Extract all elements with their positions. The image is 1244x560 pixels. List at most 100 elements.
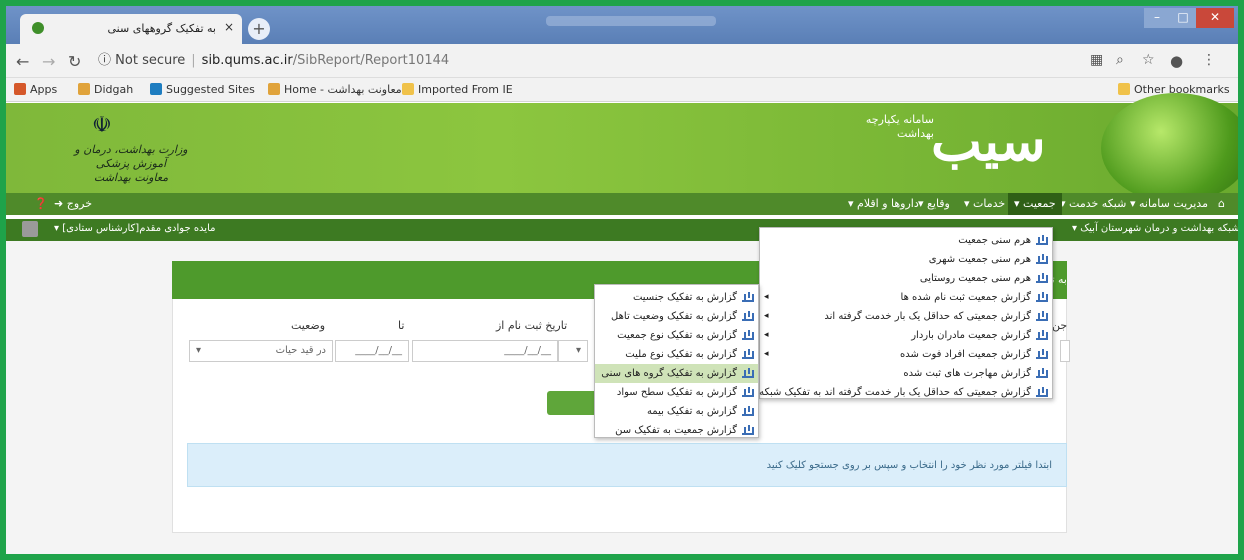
chart-icon <box>1036 291 1048 302</box>
label-cut: جن <box>1052 319 1068 332</box>
main-menu-bar: ⌂ مدیریت سامانه ▾ شبکه خدمت ▾ جمعیت ▾ خد… <box>6 193 1238 215</box>
facility-selector[interactable]: ▮ شبکه بهداشت و درمان شهرستان آبیک ▾ <box>1072 223 1238 234</box>
report-submenu: گزارش به تفکیک جنسیت گزارش به تفکیک وضعی… <box>594 284 759 438</box>
menu-item[interactable]: هرم سنی جمعیت <box>760 231 1052 250</box>
submenu-item[interactable]: گزارش به تفکیک بیمه <box>595 402 758 421</box>
submenu-item[interactable]: گزارش به تفکیک جنسیت <box>595 288 758 307</box>
chart-icon <box>742 329 754 340</box>
bookmark-imported[interactable]: Imported From IE <box>402 83 513 96</box>
apple-image <box>1101 93 1238 203</box>
chart-icon <box>1036 329 1048 340</box>
menu-item[interactable]: هرم سنی جمعیت شهری <box>760 250 1052 269</box>
info-icon[interactable]: ⓘ <box>98 53 111 68</box>
bookmark-suggested[interactable]: Suggested Sites <box>150 83 255 96</box>
help-icon[interactable]: ❓ <box>34 197 48 210</box>
forward-icon[interactable]: → <box>42 52 55 71</box>
to-date-input[interactable]: __/__/____ <box>335 340 409 362</box>
submenu-item[interactable]: گزارش به تفکیک سطح سواد <box>595 383 758 402</box>
ministry-logo-text: وزارت بهداشت، درمان و آموزش پزشکی معاونت… <box>74 143 188 184</box>
chart-icon <box>1036 253 1048 264</box>
status-select[interactable]: در قید حیات ▾ <box>189 340 333 362</box>
apps-icon <box>14 83 26 95</box>
chart-icon <box>742 386 754 397</box>
from-date-input[interactable]: __/__/____ <box>412 340 558 362</box>
cut-field[interactable] <box>1060 340 1070 362</box>
apple-favicon-icon <box>32 22 44 34</box>
submenu-item-selected[interactable]: گزارش به تفکیک گروه های سنی <box>595 364 758 383</box>
chart-icon <box>742 424 754 435</box>
chart-icon <box>1036 367 1048 378</box>
chart-icon <box>1036 272 1048 283</box>
user-menu[interactable]: مایده جوادی مقدم[کارشناس ستادی] ▾ <box>54 223 216 234</box>
maximize-icon[interactable]: □ <box>1170 8 1196 28</box>
menu-events[interactable]: وقایع ▾ <box>918 197 950 210</box>
new-tab-button[interactable]: + <box>248 18 270 40</box>
zoom-icon[interactable]: ⌕ <box>1116 52 1124 68</box>
menu-item[interactable]: ◂ گزارش جمعیتی که حداقل یک بار خدمت گرفته… <box>760 307 1052 326</box>
caret-left-icon: ◂ <box>764 292 769 302</box>
bookmark-apps[interactable]: Apps <box>14 83 57 96</box>
chart-icon <box>742 367 754 378</box>
logo-subtitle: سامانه یکپارچه بهداشت <box>865 113 934 140</box>
back-icon[interactable]: ← <box>16 52 29 71</box>
bing-icon <box>150 83 162 95</box>
chart-icon <box>742 405 754 416</box>
caret-left-icon: ◂ <box>764 311 769 321</box>
chart-icon <box>742 291 754 302</box>
reload-icon[interactable]: ↻ <box>68 52 81 71</box>
submenu-item[interactable]: گزارش به تفکیک نوع ملیت <box>595 345 758 364</box>
population-menu: هرم سنی جمعیت هرم سنی جمعیت شهری هرم سنی… <box>759 227 1053 399</box>
menu-item[interactable]: ◂ گزارش جمعیت مادران باردار <box>760 326 1052 345</box>
menu-item[interactable]: گزارش جمعیتی که حداقل یک بار خدمت گرفته … <box>759 383 1052 402</box>
sib-logo: سیب <box>931 109 1046 173</box>
account-icon[interactable]: ● <box>1170 52 1183 70</box>
address-bar-row: ← → ↻ ⓘ Not secure | sib.qums.ac.ir/SibRep… <box>6 44 1238 78</box>
translate-icon[interactable]: ▦ <box>1090 52 1103 68</box>
home-bookmark-icon <box>268 83 280 95</box>
settings-icon[interactable] <box>22 221 38 237</box>
star-icon[interactable]: ☆ <box>1142 52 1155 68</box>
bookmark-home[interactable]: Home - معاونت بهداشت <box>268 83 402 96</box>
menu-item[interactable]: گزارش مهاجرت های ثبت شده <box>760 364 1052 383</box>
search-button[interactable] <box>547 391 597 415</box>
browser-window: به تفکیک گروههای سنی × + – □ ✕ ← → ↻ ⓘ N… <box>6 6 1238 554</box>
menu-system-admin[interactable]: مدیریت سامانه ▾ <box>1130 197 1208 210</box>
menu-item[interactable]: هرم سنی جمعیت روستایی <box>760 269 1052 288</box>
didgah-icon <box>78 83 90 95</box>
minimize-icon[interactable]: – <box>1144 8 1170 28</box>
security-label: Not secure <box>115 53 186 68</box>
chart-icon <box>1036 348 1048 359</box>
menu-drugs[interactable]: داروها و اقلام ▾ <box>848 197 919 210</box>
menu-item[interactable]: ◂ گزارش جمعیت ثبت نام شده ها <box>760 288 1052 307</box>
reg-date-from-label: تاریخ ثبت نام از <box>496 319 568 332</box>
chart-icon <box>1036 386 1048 397</box>
folder-icon <box>402 83 414 95</box>
url-field[interactable]: ⓘ Not secure | sib.qums.ac.ir/SibReport/Re… <box>98 49 1198 73</box>
menu-service-network[interactable]: شبکه خدمت ▾ <box>1060 197 1126 210</box>
bookmarks-bar: Apps Didgah Suggested Sites Home - معاون… <box>6 78 1238 102</box>
menu-icon[interactable]: ⋮ <box>1202 52 1216 68</box>
menu-services[interactable]: خدمات ▾ <box>964 197 1005 210</box>
tab-strip: به تفکیک گروههای سنی × + – □ ✕ <box>6 6 1238 44</box>
home-icon[interactable]: ⌂ <box>1218 197 1225 210</box>
dropdown-select[interactable]: ▾ <box>558 340 588 362</box>
to-label: تا <box>398 319 405 332</box>
tab-active[interactable]: به تفکیک گروههای سنی × <box>20 14 242 44</box>
logout-link[interactable]: خروج ➜ <box>54 197 92 210</box>
iran-emblem-icon: ☫ <box>92 113 112 138</box>
submenu-item[interactable]: گزارش به تفکیک نوع جمعیت <box>595 326 758 345</box>
close-window-icon[interactable]: ✕ <box>1196 8 1234 28</box>
submenu-item[interactable]: گزارش جمعیت به تفکیک سن <box>595 421 758 440</box>
tab-title: به تفکیک گروههای سنی <box>107 22 216 35</box>
url-path: /SibReport/Report10144 <box>292 53 450 68</box>
url-host: sib.qums.ac.ir <box>201 53 293 68</box>
menu-item[interactable]: ◂ گزارش جمعیت افراد فوت شده <box>760 345 1052 364</box>
status-label: وضعیت <box>291 319 326 332</box>
info-message: ابتدا فیلتر مورد نظر خود را انتخاب و سپس… <box>187 443 1067 487</box>
menu-population[interactable]: جمعیت ▾ <box>1008 193 1062 215</box>
bookmark-didgah[interactable]: Didgah <box>78 83 133 96</box>
chart-icon <box>1036 310 1048 321</box>
tab-close-icon[interactable]: × <box>224 20 234 34</box>
submenu-item[interactable]: گزارش به تفکیک وضعیت تاهل <box>595 307 758 326</box>
chart-icon <box>1036 234 1048 245</box>
